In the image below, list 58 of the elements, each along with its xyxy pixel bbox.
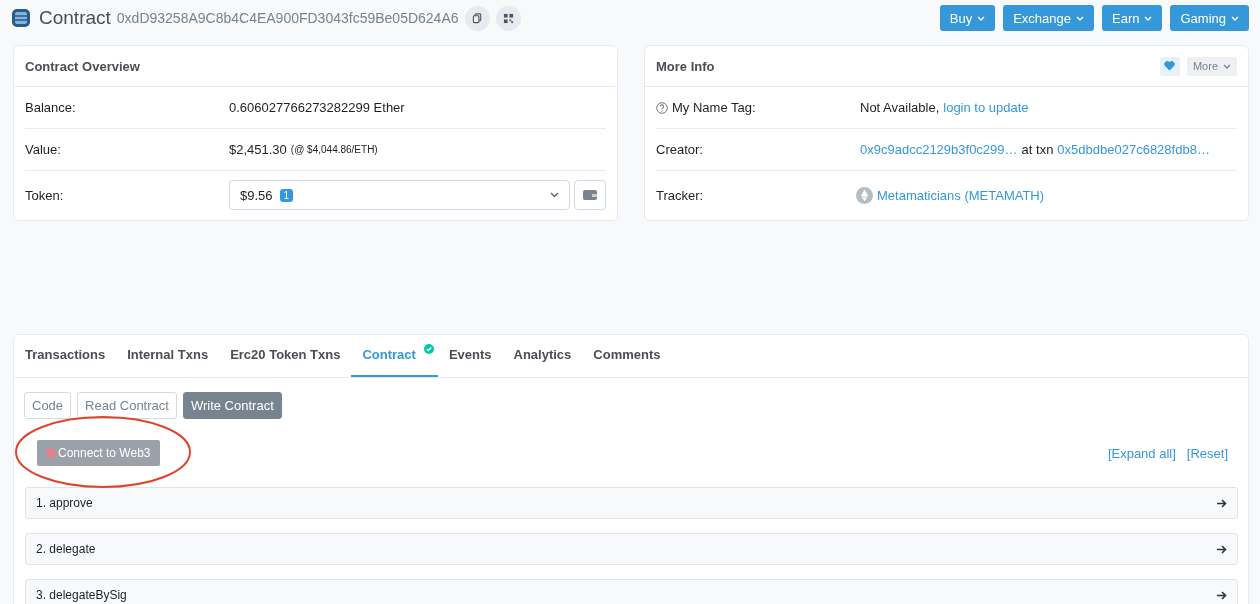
tab[interactable]: Comments [582, 335, 672, 377]
menu-dropdown[interactable]: Exchange [1003, 5, 1094, 31]
question-icon [656, 101, 668, 114]
arrow-right-icon [1217, 544, 1227, 554]
chevron-down-icon [550, 192, 559, 198]
more-dropdown[interactable]: More [1186, 56, 1237, 76]
field-label: Tracker: [656, 187, 705, 203]
qr-code-icon[interactable] [495, 5, 521, 31]
eth-rate: (@ $4,044.86/ETH) [290, 144, 378, 155]
arrow-right-icon [1217, 498, 1227, 508]
creator-address-link[interactable]: 0x9c9adcc2129b3f0c299… [860, 142, 1018, 157]
expand-all-link[interactable]: [Expand all] [1107, 445, 1176, 461]
chevron-down-icon [1223, 63, 1231, 69]
sub-tab[interactable]: Write Contract [182, 392, 282, 419]
token-count-badge: 1 [279, 188, 294, 202]
tab[interactable]: Erc20 Token Txns [219, 335, 352, 377]
contract-logo-icon [11, 8, 31, 28]
chevron-down-icon [1231, 15, 1239, 21]
arrow-right-icon [1217, 590, 1227, 600]
chevron-down-icon [1144, 15, 1153, 21]
reset-link[interactable]: [Reset] [1186, 445, 1228, 461]
field-label: Creator: [656, 142, 704, 157]
login-link[interactable]: login to update [943, 100, 1029, 115]
function-row[interactable]: 1. approve [25, 487, 1238, 519]
tab[interactable]: Analytics [502, 335, 583, 377]
card-title: Contract Overview [14, 46, 617, 87]
tab[interactable]: Internal Txns [116, 335, 220, 377]
name-tag-value: Not Available, [860, 100, 940, 115]
field-label: Balance: [25, 100, 77, 115]
tab[interactable]: Transactions [14, 335, 117, 377]
field-label: My Name Tag: [672, 100, 756, 115]
menu-dropdown[interactable]: Gaming [1170, 5, 1249, 31]
function-row[interactable]: 2. delegate [25, 533, 1238, 565]
tab[interactable]: Contract [351, 335, 438, 377]
tracker-link[interactable]: Metamaticians (METAMATH) [877, 187, 1045, 203]
sub-tab[interactable]: Read Contract [77, 392, 177, 419]
contract-address: 0xdD93258A9C8b4C4EA900FD3043fc59Be05D624A6 [116, 10, 459, 26]
field-label: Token: [25, 187, 65, 203]
txn-hash-link[interactable]: 0x5dbdbe027c6828fdb8… [1057, 142, 1210, 157]
page-title: Contract [39, 7, 111, 29]
chevron-down-icon [977, 15, 986, 21]
menu-dropdown[interactable]: Earn [1102, 5, 1163, 31]
chevron-down-icon [1076, 15, 1084, 21]
wallet-button[interactable] [574, 180, 606, 210]
sub-tab[interactable]: Code [24, 392, 72, 419]
tab[interactable]: Events [437, 335, 503, 377]
function-row[interactable]: 3. delegateBySig [25, 579, 1238, 604]
card-title: More Info [656, 58, 715, 74]
balance-value: 0.606027766273282299 Ether [229, 100, 405, 115]
token-dropdown[interactable]: $9.56 1 [229, 180, 570, 210]
value-amount: $2,451.30 [229, 142, 287, 157]
at-txn-text: at txn [1021, 142, 1054, 157]
wallet-icon [583, 189, 597, 201]
ethereum-icon [856, 186, 873, 204]
field-label: Value: [25, 142, 62, 157]
connect-web3-button[interactable]: Connect to Web3 [37, 440, 160, 466]
copy-icon[interactable] [464, 5, 490, 31]
menu-dropdown[interactable]: Buy [939, 5, 996, 31]
